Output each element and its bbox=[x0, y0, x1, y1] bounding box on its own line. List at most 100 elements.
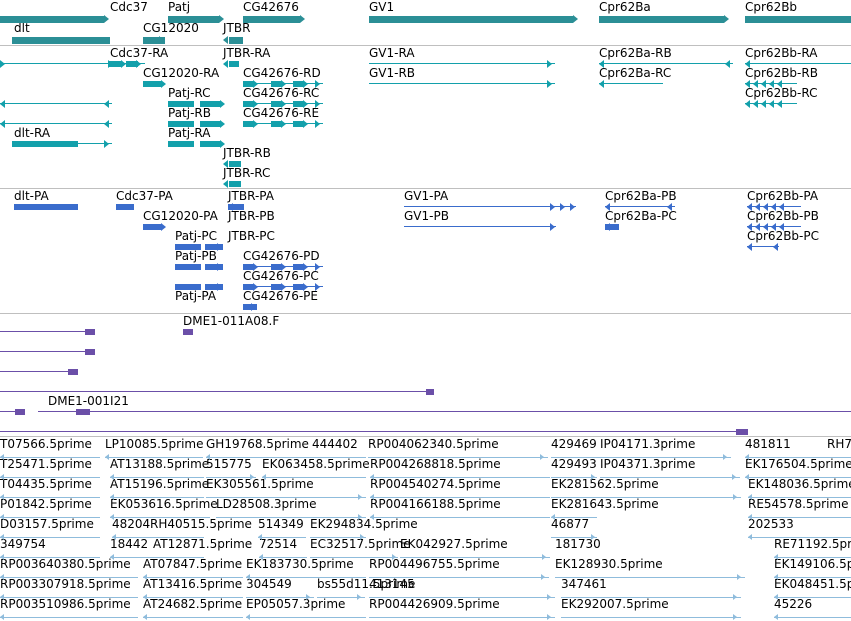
mrna-feature[interactable] bbox=[745, 60, 851, 68]
feature-label-cg42676-pe[interactable]: CG42676-PE bbox=[243, 289, 318, 303]
feature-label-cg42676[interactable]: CG42676 bbox=[243, 0, 299, 14]
gene-feature[interactable] bbox=[143, 36, 165, 44]
mrna-feature[interactable] bbox=[223, 180, 241, 188]
read-feature[interactable] bbox=[551, 454, 731, 460]
read-feature[interactable] bbox=[143, 614, 243, 620]
read-feature[interactable] bbox=[748, 534, 851, 540]
feature-label-cg42676-rd[interactable]: CG42676-RD bbox=[243, 66, 321, 80]
prot-feature[interactable] bbox=[175, 283, 223, 291]
mrna-feature[interactable] bbox=[243, 80, 323, 88]
feature-label-cg42676-rc[interactable]: CG42676-RC bbox=[243, 86, 319, 100]
read-feature[interactable] bbox=[551, 474, 597, 480]
read-feature[interactable] bbox=[258, 534, 306, 540]
feature-label-jtbr[interactable]: JTBR bbox=[223, 21, 250, 35]
feature-label-cpr62ba-pb[interactable]: Cpr62Ba-PB bbox=[605, 189, 677, 203]
read-feature[interactable] bbox=[0, 554, 100, 560]
feature-label-ek128930-5prime[interactable]: EK128930.5prime bbox=[555, 557, 663, 571]
prot-feature[interactable] bbox=[747, 243, 779, 251]
read-feature[interactable] bbox=[555, 574, 745, 580]
feature-label-gv1-pb[interactable]: GV1-PB bbox=[404, 209, 449, 223]
est-feature[interactable] bbox=[0, 409, 25, 415]
read-feature[interactable] bbox=[774, 574, 851, 580]
est-feature[interactable] bbox=[0, 329, 95, 335]
mrna-feature[interactable] bbox=[0, 60, 145, 68]
read-feature[interactable] bbox=[110, 474, 204, 480]
feature-label-rp004062340-5prime[interactable]: RP004062340.5prime bbox=[368, 437, 499, 451]
read-feature[interactable] bbox=[561, 614, 741, 620]
read-feature[interactable] bbox=[774, 614, 851, 620]
mrna-feature[interactable] bbox=[168, 120, 228, 128]
feature-label-cg12020[interactable]: CG12020 bbox=[143, 21, 199, 35]
mrna-feature[interactable] bbox=[143, 80, 169, 88]
read-feature[interactable] bbox=[0, 474, 100, 480]
read-feature[interactable] bbox=[112, 534, 204, 540]
read-feature[interactable] bbox=[143, 594, 243, 600]
feature-label-jtbr-rb[interactable]: JTBR-RB bbox=[223, 146, 271, 160]
read-feature[interactable] bbox=[310, 554, 398, 560]
mrna-feature[interactable] bbox=[599, 80, 663, 88]
feature-label-cpr62bb[interactable]: Cpr62Bb bbox=[745, 0, 797, 14]
gene-feature[interactable] bbox=[369, 15, 580, 23]
feature-label-ip04171-3prime[interactable]: IP04171.3prime bbox=[600, 437, 695, 451]
feature-label-cpr62bb-ra[interactable]: Cpr62Bb-RA bbox=[745, 46, 817, 60]
prot-feature[interactable] bbox=[143, 223, 167, 231]
read-feature[interactable] bbox=[0, 574, 138, 580]
read-feature[interactable] bbox=[774, 554, 851, 560]
feature-label-cpr62ba[interactable]: Cpr62Ba bbox=[599, 0, 651, 14]
prot-feature[interactable] bbox=[404, 203, 576, 211]
gene-feature[interactable] bbox=[223, 36, 243, 44]
gene-feature[interactable] bbox=[0, 15, 111, 23]
read-feature[interactable] bbox=[400, 554, 550, 560]
mrna-feature[interactable] bbox=[369, 60, 555, 68]
gene-feature[interactable] bbox=[243, 15, 307, 23]
mrna-feature[interactable] bbox=[599, 60, 733, 68]
gene-feature[interactable] bbox=[168, 15, 226, 23]
feature-label-cpr62ba-rb[interactable]: Cpr62Ba-RB bbox=[599, 46, 672, 60]
read-feature[interactable] bbox=[246, 614, 366, 620]
read-feature[interactable] bbox=[0, 494, 100, 500]
feature-label-dlt[interactable]: dlt bbox=[14, 21, 30, 35]
prot-feature[interactable] bbox=[243, 283, 323, 291]
prot-feature[interactable] bbox=[605, 203, 675, 211]
prot-feature[interactable] bbox=[605, 223, 619, 231]
feature-label-cg12020-pa[interactable]: CG12020-PA bbox=[143, 209, 218, 223]
feature-label-cpr62ba-pc[interactable]: Cpr62Ba-PC bbox=[605, 209, 677, 223]
feature-label-gh19768-5prime[interactable]: GH19768.5prime bbox=[206, 437, 309, 451]
feature-label-cpr62bb-rb[interactable]: Cpr62Bb-RB bbox=[745, 66, 818, 80]
read-feature[interactable] bbox=[317, 594, 365, 600]
read-feature[interactable] bbox=[369, 614, 555, 620]
est-feature[interactable] bbox=[0, 349, 95, 355]
feature-label-cpr62ba-rc[interactable]: Cpr62Ba-RC bbox=[599, 66, 671, 80]
read-feature[interactable] bbox=[246, 574, 366, 580]
feature-label-cg42676-pd[interactable]: CG42676-PD bbox=[243, 249, 320, 263]
read-feature[interactable] bbox=[0, 454, 100, 460]
mrna-feature[interactable] bbox=[0, 120, 112, 128]
est-feature[interactable] bbox=[0, 389, 434, 395]
read-feature[interactable] bbox=[310, 534, 366, 540]
feature-label-patj-pc[interactable]: Patj-PC bbox=[175, 229, 217, 243]
read-feature[interactable] bbox=[370, 474, 550, 480]
prot-feature[interactable] bbox=[747, 203, 801, 211]
mrna-feature[interactable] bbox=[223, 60, 239, 68]
feature-label-cdc37-ra[interactable]: Cdc37-RA bbox=[110, 46, 168, 60]
prot-feature[interactable] bbox=[243, 303, 257, 311]
read-feature[interactable] bbox=[259, 554, 307, 560]
feature-label-jtbr-pa[interactable]: JTBR-PA bbox=[228, 189, 274, 203]
feature-label-dme1-001i21[interactable]: DME1-001I21 bbox=[48, 394, 129, 408]
mrna-feature[interactable] bbox=[745, 80, 797, 88]
read-feature[interactable] bbox=[110, 494, 204, 500]
feature-label-patj-ra[interactable]: Patj-RA bbox=[168, 126, 210, 140]
feature-label-patj-rb[interactable]: Patj-RB bbox=[168, 106, 211, 120]
prot-feature[interactable] bbox=[747, 223, 801, 231]
read-feature[interactable] bbox=[262, 474, 366, 480]
read-feature[interactable] bbox=[370, 514, 550, 520]
feature-label-gv1-rb[interactable]: GV1-RB bbox=[369, 66, 415, 80]
read-feature[interactable] bbox=[105, 454, 203, 460]
feature-label-cg42676-pc[interactable]: CG42676-PC bbox=[243, 269, 319, 283]
read-feature[interactable] bbox=[551, 514, 597, 520]
est-feature[interactable] bbox=[183, 329, 193, 335]
read-feature[interactable] bbox=[110, 514, 210, 520]
feature-label-429469[interactable]: 429469 bbox=[551, 437, 597, 451]
feature-label-rh7[interactable]: RH7 bbox=[827, 437, 851, 451]
est-feature[interactable] bbox=[0, 369, 78, 375]
